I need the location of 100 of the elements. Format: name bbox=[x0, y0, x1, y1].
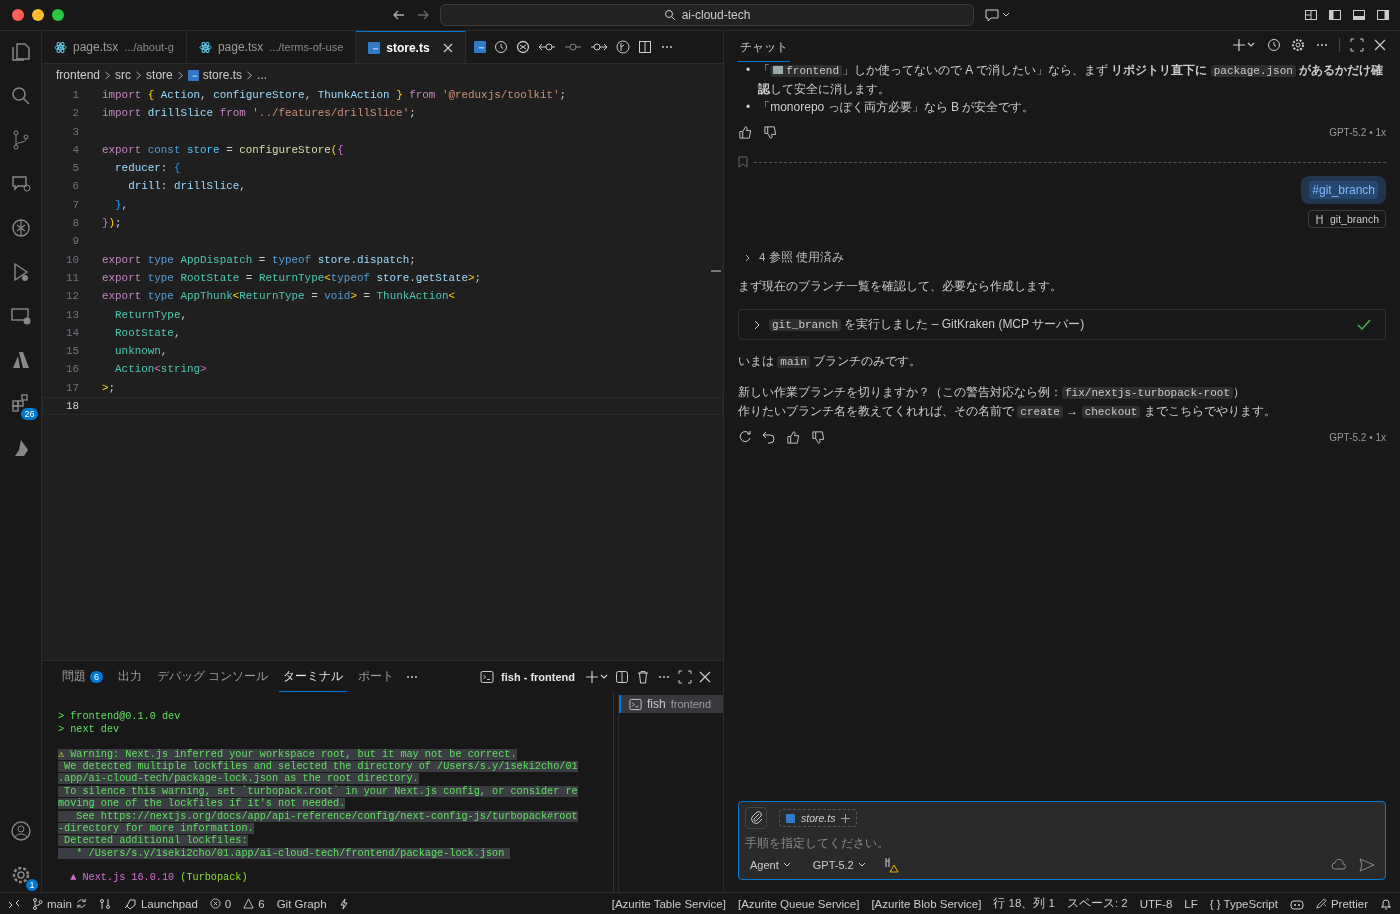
thumbs-down-icon[interactable] bbox=[763, 124, 778, 140]
tools-warning-icon[interactable] bbox=[882, 857, 899, 873]
knot-icon[interactable] bbox=[9, 217, 32, 239]
thumbs-up-icon[interactable] bbox=[738, 124, 753, 140]
panel-tab[interactable]: デバッグ コンソール bbox=[153, 662, 273, 692]
cloud-icon[interactable] bbox=[1331, 858, 1347, 872]
panel-tab[interactable]: ターミナル bbox=[279, 662, 348, 692]
breadcrumb[interactable]: ... bbox=[257, 68, 268, 82]
mode-dropdown[interactable]: Agent bbox=[745, 859, 796, 871]
next-change-icon[interactable] bbox=[590, 40, 609, 54]
editor-tab[interactable]: store.ts bbox=[356, 31, 467, 63]
chat-input-box[interactable]: store.ts 手順を指定してください。 Agent GPT-5.2 bbox=[738, 801, 1386, 880]
chat-bullet-text: 「 frontend 」しか使ってないので A で消したい」なら、まず リポジトリ直下に package.json があるかだけ確認して安全に消します。 bbox=[758, 62, 1385, 98]
trash-icon[interactable] bbox=[636, 670, 650, 684]
line-number: 3 bbox=[71, 124, 80, 140]
layout-icon[interactable] bbox=[1304, 8, 1318, 22]
breadcrumb[interactable]: src bbox=[115, 68, 132, 82]
chat-bubbles-icon[interactable] bbox=[9, 173, 32, 195]
chat-icon[interactable] bbox=[984, 8, 1010, 22]
error-icon bbox=[209, 898, 221, 909]
send-icon[interactable] bbox=[1359, 858, 1375, 872]
thumbs-up-icon[interactable] bbox=[786, 429, 801, 445]
split-editor-icon[interactable] bbox=[638, 40, 653, 54]
plus-icon[interactable] bbox=[586, 670, 608, 684]
layout-icon[interactable] bbox=[1328, 8, 1342, 22]
settings-icon[interactable] bbox=[1291, 38, 1305, 52]
git-graph-icon[interactable] bbox=[616, 40, 631, 54]
breadcrumb[interactable]: frontend bbox=[56, 68, 101, 82]
status-item[interactable]: Prettier bbox=[1315, 897, 1368, 910]
files-icon[interactable] bbox=[9, 41, 32, 63]
thumbs-down-icon[interactable] bbox=[811, 429, 826, 445]
status-item[interactable]: LF bbox=[1184, 897, 1198, 910]
typescript-file-icon bbox=[368, 41, 381, 54]
breadcrumb[interactable]: store.ts bbox=[202, 68, 243, 82]
history-icon[interactable] bbox=[494, 40, 509, 54]
status-item[interactable]: main bbox=[32, 897, 87, 910]
tool-call-summary[interactable]: git_branch を実行しました – GitKraken (MCP サーバー) bbox=[738, 309, 1386, 340]
status-item[interactable]: スペース: 2 bbox=[1066, 896, 1128, 911]
bookmark-icon[interactable] bbox=[738, 156, 748, 168]
close-window-button[interactable] bbox=[12, 9, 24, 21]
previous-change-icon[interactable] bbox=[538, 40, 557, 54]
search-icon[interactable] bbox=[9, 85, 32, 107]
knot-icon[interactable] bbox=[516, 40, 531, 54]
panel-tab[interactable]: ポート bbox=[354, 662, 399, 692]
git-compare-icon[interactable] bbox=[98, 897, 111, 910]
copilot-icon[interactable] bbox=[1289, 897, 1304, 910]
reference-chip[interactable]: git_branch bbox=[1307, 210, 1386, 228]
retry-icon[interactable] bbox=[738, 430, 752, 444]
status-item[interactable]: UTF-8 bbox=[1139, 897, 1173, 910]
typescript-file-icon[interactable] bbox=[474, 41, 487, 53]
account-icon[interactable] bbox=[9, 820, 32, 842]
chat-tab[interactable]: チャット bbox=[738, 34, 790, 62]
terminal-list-item[interactable]: fish frontend bbox=[619, 695, 723, 713]
maximize-icon[interactable] bbox=[678, 670, 692, 684]
status-item[interactable]: Git Graph bbox=[276, 897, 327, 910]
status-item[interactable]: 0 bbox=[209, 897, 232, 910]
maximize-icon[interactable] bbox=[1350, 38, 1364, 52]
panel-tab[interactable]: 問題 6 bbox=[58, 662, 107, 692]
status-item[interactable]: 行 18、列 1 bbox=[993, 896, 1055, 911]
model-label: GPT-5.2 • 1x bbox=[1329, 126, 1386, 138]
close-icon[interactable] bbox=[443, 42, 454, 53]
attachment-chip[interactable]: store.ts bbox=[779, 809, 858, 827]
new-chat-icon[interactable] bbox=[1233, 38, 1257, 52]
prompt-field[interactable]: 手順を指定してください。 bbox=[745, 834, 1375, 852]
model-dropdown[interactable]: GPT-5.2 bbox=[807, 859, 871, 871]
breadcrumb[interactable]: store bbox=[146, 68, 173, 82]
zoom-window-button[interactable] bbox=[52, 9, 64, 21]
remote-icon[interactable] bbox=[8, 897, 20, 910]
status-item[interactable]: [Azurite Queue Service] bbox=[737, 897, 860, 910]
panel-tab[interactable]: 出力 bbox=[114, 662, 146, 692]
close-icon[interactable] bbox=[699, 671, 711, 683]
code-line: export const store = configureStore({ bbox=[102, 142, 344, 158]
editor-tab[interactable]: page.tsx .../about-g bbox=[42, 31, 187, 63]
lightning-icon[interactable] bbox=[338, 897, 349, 910]
status-item[interactable]: Launchpad bbox=[122, 897, 198, 910]
line-number: 10 bbox=[64, 252, 80, 268]
history-icon[interactable] bbox=[1267, 38, 1281, 52]
layout-icon[interactable] bbox=[1352, 8, 1366, 22]
references-toggle[interactable]: 4 参照 使用済み bbox=[738, 250, 1386, 265]
status-item[interactable]: [Azurite Blob Service] bbox=[871, 897, 982, 910]
remote-monitor-icon[interactable] bbox=[9, 305, 32, 327]
code-line: import drillSlice from '../features/drillSlice'; bbox=[102, 106, 416, 122]
command-center-search[interactable]: ai-cloud-tech bbox=[440, 4, 974, 26]
bell-icon[interactable] bbox=[1380, 897, 1392, 910]
undo-icon[interactable] bbox=[762, 430, 776, 444]
status-item[interactable]: [Azurite Table Service] bbox=[611, 897, 726, 910]
line-number: 17 bbox=[64, 380, 80, 396]
status-item[interactable]: { } TypeScript bbox=[1209, 897, 1278, 910]
plus-icon[interactable] bbox=[841, 813, 851, 823]
split-terminal-icon[interactable] bbox=[615, 670, 629, 684]
paperclip-icon[interactable] bbox=[745, 807, 767, 829]
layout-icon[interactable] bbox=[1376, 8, 1390, 22]
back-arrow-icon[interactable] bbox=[392, 8, 406, 22]
close-icon[interactable] bbox=[1374, 39, 1386, 51]
minimize-window-button[interactable] bbox=[32, 9, 44, 21]
terminal-name[interactable]: fish - frontend bbox=[501, 671, 575, 683]
commit-icon[interactable] bbox=[564, 40, 583, 54]
sync-icon[interactable] bbox=[75, 898, 87, 909]
forward-arrow-icon[interactable] bbox=[416, 8, 430, 22]
status-item[interactable]: 6 bbox=[243, 897, 265, 910]
